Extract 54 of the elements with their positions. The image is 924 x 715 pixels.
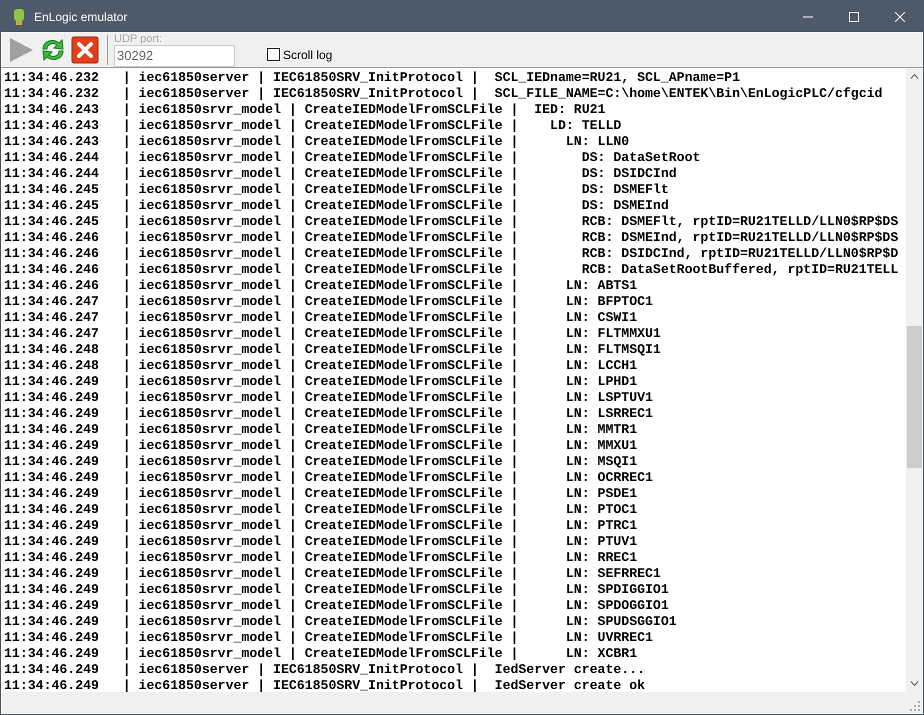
- log-line: 11:34:46.249 | iec61850srvr_model | CreateIEDModelFromSCLFile | LN: SPDOGGIO1: [4, 598, 669, 614]
- log-line: 11:34:46.249 | iec61850srvr_model | CreateIEDModelFromSCLFile | LN: PTOC1: [4, 502, 638, 518]
- log-line: 11:34:46.248 | iec61850srvr_model | CreateIEDModelFromSCLFile | LN: LCCH1: [4, 358, 638, 374]
- log-line: 11:34:46.249 | iec61850srvr_model | CreateIEDModelFromSCLFile | LN: LSPTUV1: [4, 390, 653, 406]
- log-line: 11:34:46.245 | iec61850srvr_model | CreateIEDModelFromSCLFile | RCB: DSMEFlt, rptID=RU21TELLD/LLN0$RP$DS: [4, 214, 898, 230]
- log-line: 11:34:46.248 | iec61850srvr_model | CreateIEDModelFromSCLFile | LN: FLTMSQI1: [4, 342, 661, 358]
- stop-button[interactable]: [69, 34, 101, 66]
- log-line: 11:34:46.243 | iec61850srvr_model | CreateIEDModelFromSCLFile | IED: RU21: [4, 102, 606, 118]
- log-line: 11:34:46.243 | iec61850srvr_model | CreateIEDModelFromSCLFile | LD: TELLD: [4, 118, 622, 134]
- log-line: 11:34:46.249 | iec61850srvr_model | CreateIEDModelFromSCLFile | LN: RREC1: [4, 550, 638, 566]
- log-line: 11:34:46.232 | iec61850server | IEC61850SRV_InitProtocol | SCL_IEDname=RU21, SCL_APname=P1: [4, 70, 740, 86]
- app-icon: [13, 8, 25, 26]
- log-line: 11:34:46.247 | iec61850srvr_model | CreateIEDModelFromSCLFile | LN: CSWI1: [4, 310, 638, 326]
- log-line: 11:34:46.243 | iec61850srvr_model | CreateIEDModelFromSCLFile | LN: LLN0: [4, 134, 630, 150]
- log-line: 11:34:46.247 | iec61850srvr_model | CreateIEDModelFromSCLFile | LN: FLTMMXU1: [4, 326, 661, 342]
- scroll-down-icon: [910, 681, 919, 686]
- udp-port-label: UDP port:: [114, 32, 164, 44]
- log-line: 11:34:46.244 | iec61850srvr_model | CreateIEDModelFromSCLFile | DS: DSIDCInd: [4, 166, 677, 182]
- window-title: EnLogic emulator: [34, 8, 128, 26]
- log-line: 11:34:46.245 | iec61850srvr_model | CreateIEDModelFromSCLFile | DS: DSMEInd: [4, 198, 669, 214]
- log-line: 11:34:46.245 | iec61850srvr_model | CreateIEDModelFromSCLFile | DS: DSMEFlt: [4, 182, 669, 198]
- log-line: 11:34:46.249 | iec61850srvr_model | CreateIEDModelFromSCLFile | LN: SPDIGGIO1: [4, 582, 669, 598]
- log-line: 11:34:46.249 | iec61850srvr_model | CreateIEDModelFromSCLFile | LN: PTUV1: [4, 534, 638, 550]
- scroll-log-checkbox[interactable]: [267, 48, 280, 61]
- log-line: 11:34:46.249 | iec61850srvr_model | CreateIEDModelFromSCLFile | LN: MMTR1: [4, 422, 638, 438]
- log-line: 11:34:46.249 | iec61850srvr_model | CreateIEDModelFromSCLFile | LN: LSRREC1: [4, 406, 653, 422]
- log-line: 11:34:46.246 | iec61850srvr_model | CreateIEDModelFromSCLFile | RCB: DataSetRootBuffered, rptID=RU21TELL: [4, 262, 898, 278]
- log-line: 11:34:46.247 | iec61850srvr_model | CreateIEDModelFromSCLFile | LN: BFPTOC1: [4, 294, 653, 310]
- log-line: 11:34:46.249 | iec61850srvr_model | CreateIEDModelFromSCLFile | LN: SEFRREC1: [4, 566, 661, 582]
- scroll-up-icon: [910, 74, 919, 79]
- scroll-thumb[interactable]: [907, 326, 922, 468]
- log-line: 11:34:46.246 | iec61850srvr_model | CreateIEDModelFromSCLFile | RCB: DSIDCInd, rptID=RU21TELLD/LLN0$RP$D: [4, 246, 898, 262]
- log-line: 11:34:46.249 | iec61850srvr_model | CreateIEDModelFromSCLFile | LN: MSQI1: [4, 454, 638, 470]
- log-line: 11:34:46.249 | iec61850srvr_model | CreateIEDModelFromSCLFile | LN: OCRREC1: [4, 470, 653, 486]
- log-line: 11:34:46.246 | iec61850srvr_model | CreateIEDModelFromSCLFile | RCB: DSMEInd, rptID=RU21TELLD/LLN0$RP$DS: [4, 230, 898, 246]
- log-line: 11:34:46.244 | iec61850srvr_model | CreateIEDModelFromSCLFile | DS: DataSetRoot: [4, 150, 700, 166]
- log-line: 11:34:46.249 | iec61850server | IEC61850SRV_InitProtocol | IedServer create ok: [4, 678, 646, 692]
- close-icon: [895, 12, 905, 22]
- log-line: 11:34:46.246 | iec61850srvr_model | CreateIEDModelFromSCLFile | LN: ABTS1: [4, 278, 638, 294]
- log-line: 11:34:46.249 | iec61850srvr_model | CreateIEDModelFromSCLFile | LN: UVRREC1: [4, 630, 653, 646]
- scrollbar[interactable]: [906, 68, 923, 692]
- log-line: 11:34:46.249 | iec61850server | IEC61850SRV_InitProtocol | IedServer create...: [4, 662, 646, 678]
- log-line: 11:34:46.249 | iec61850srvr_model | CreateIEDModelFromSCLFile | LN: SPUDSGGIO1: [4, 614, 677, 630]
- log-line: 11:34:46.249 | iec61850srvr_model | CreateIEDModelFromSCLFile | LN: PSDE1: [4, 486, 638, 502]
- maximize-icon: [849, 12, 859, 22]
- scroll-log-label: Scroll log: [283, 46, 332, 64]
- resize-grip-icon: [909, 700, 921, 712]
- log-line: 11:34:46.249 | iec61850srvr_model | CreateIEDModelFromSCLFile | LN: LPHD1: [4, 374, 638, 390]
- play-icon: [7, 36, 35, 64]
- log-line: 11:34:46.249 | iec61850srvr_model | CreateIEDModelFromSCLFile | LN: MMXU1: [4, 438, 638, 454]
- log-line: 11:34:46.232 | iec61850server | IEC61850SRV_InitProtocol | SCL_FILE_NAME=C:\home\ENTEK\Bin\EnLogicPLC/cfgcid: [4, 86, 882, 102]
- log-line: 11:34:46.249 | iec61850srvr_model | CreateIEDModelFromSCLFile | LN: PTRC1: [4, 518, 638, 534]
- log-line: 11:34:46.249 | iec61850srvr_model | CreateIEDModelFromSCLFile | LN: XCBR1: [4, 646, 638, 662]
- close-icon: [71, 36, 99, 64]
